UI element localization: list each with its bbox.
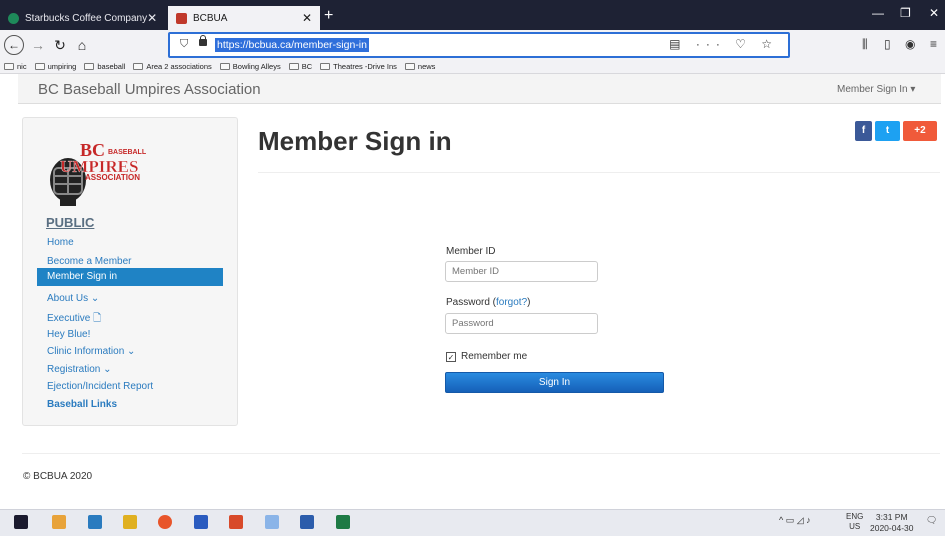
tab-starbucks[interactable]: Starbucks Coffee Company ✕ xyxy=(0,6,165,30)
tab-title: BCBUA xyxy=(193,12,228,24)
member-id-input[interactable] xyxy=(445,261,598,282)
back-icon[interactable]: ← xyxy=(4,35,24,55)
new-tab-icon[interactable]: + xyxy=(324,6,333,26)
starbucks-favicon-icon xyxy=(8,12,19,24)
menu-icon[interactable]: ≡ xyxy=(930,37,937,51)
restore-icon[interactable]: ❐ xyxy=(900,6,911,20)
library-icon[interactable]: ⫼ xyxy=(862,37,868,52)
password-label-row: Password (forgot?) xyxy=(446,297,531,308)
word-icon[interactable] xyxy=(300,515,314,529)
start-icon[interactable] xyxy=(14,515,28,529)
bookmark-folder[interactable]: Bowling Alleys xyxy=(219,62,281,71)
tab-title: Starbucks Coffee Company xyxy=(25,12,148,24)
folder-icon xyxy=(84,63,95,70)
url-bar[interactable]: ⛉ https://bcbua.ca/member-sign-in ▤ ··· … xyxy=(168,32,790,58)
sidebar-heading: PUBLIC xyxy=(46,215,95,230)
sidebar-item-clinic-information[interactable]: Clinic Information ⌄ xyxy=(47,346,135,357)
member-sign-in-dropdown[interactable]: Member Sign In ▾ xyxy=(837,84,915,95)
browser-tab-bar: Starbucks Coffee Company ✕ BCBUA ✕ + — ❐… xyxy=(0,0,945,30)
window-close-icon[interactable]: ✕ xyxy=(929,6,939,20)
bookmark-folder[interactable]: umpiring xyxy=(34,62,76,71)
sidebar-item-become-member[interactable]: Become a Member xyxy=(47,256,131,267)
bcbua-logo: BC BASEBALL UMPIRES ASSOCIATION xyxy=(50,140,147,206)
forgot-password-link[interactable]: forgot? xyxy=(496,297,527,308)
sidebar-item-member-sign-in[interactable]: Member Sign in xyxy=(37,268,223,286)
tray-icons[interactable]: ^ ▭ ◿ ♪ xyxy=(779,515,811,526)
sidebar-item-home[interactable]: Home xyxy=(47,237,74,248)
firefox-icon[interactable] xyxy=(158,515,172,529)
footer-divider xyxy=(22,453,940,454)
clock[interactable]: 3:31 PM 2020-04-30 xyxy=(870,512,913,534)
page-title: Member Sign in xyxy=(258,126,452,156)
sidebar-item-label: Member Sign in xyxy=(47,271,118,282)
svg-text:BASEBALL: BASEBALL xyxy=(108,149,147,156)
folder-icon xyxy=(34,63,45,70)
shield-icon[interactable]: ⛉ xyxy=(180,38,188,51)
excel-icon[interactable] xyxy=(336,515,350,529)
password-input[interactable] xyxy=(445,313,598,334)
svg-text:ASSOCIATION: ASSOCIATION xyxy=(85,173,140,182)
extension-icon[interactable]: ◉ xyxy=(905,37,915,51)
bookmark-folder[interactable]: BC xyxy=(288,62,312,71)
sidebar-item-hey-blue[interactable]: Hey Blue! xyxy=(47,329,90,340)
password-label: Password xyxy=(446,297,490,308)
bookmark-folder[interactable]: Theatres -Drive Ins xyxy=(320,62,397,71)
app-icon[interactable] xyxy=(123,515,137,529)
site-title[interactable]: BC Baseball Umpires Association xyxy=(38,81,261,98)
remember-me-label[interactable]: Remember me xyxy=(461,351,527,362)
home-icon[interactable]: ⌂ xyxy=(72,35,92,55)
lock-icon[interactable] xyxy=(199,35,207,46)
reload-icon[interactable]: ↻ xyxy=(50,35,70,55)
folder-icon xyxy=(404,63,415,70)
app-icon[interactable] xyxy=(229,515,243,529)
forward-icon[interactable]: → xyxy=(28,35,48,55)
more-share-button[interactable]: +2 xyxy=(903,121,937,141)
remember-me-checkbox[interactable]: ✓ xyxy=(446,352,456,362)
bookmark-folder[interactable]: nic xyxy=(4,62,27,71)
folder-icon xyxy=(320,63,331,70)
sidebar-item-executive[interactable]: Executive 🗋 xyxy=(47,311,101,328)
bookmarks-bar: nic umpiring baseball Area 2 association… xyxy=(0,60,945,74)
notifications-icon[interactable]: 🗨 xyxy=(926,515,937,526)
file-explorer-icon[interactable] xyxy=(52,515,66,529)
folder-icon xyxy=(288,63,299,70)
folder-icon xyxy=(133,63,144,70)
member-id-label: Member ID xyxy=(446,246,496,257)
bookmark-folder[interactable]: news xyxy=(404,62,435,71)
sidebar-item-registration[interactable]: Registration ⌄ xyxy=(47,364,112,375)
url-text[interactable]: https://bcbua.ca/member-sign-in xyxy=(215,38,369,52)
twitter-share-button[interactable]: t xyxy=(875,121,900,141)
facebook-share-button[interactable]: f xyxy=(855,121,872,141)
minimize-icon[interactable]: — xyxy=(872,6,884,20)
sidebar-item-ejection-report[interactable]: Ejection/Incident Report xyxy=(47,381,153,392)
bookmark-folder[interactable]: baseball xyxy=(84,62,125,71)
app-icon[interactable] xyxy=(265,515,279,529)
tab-bcbua[interactable]: BCBUA ✕ xyxy=(168,6,320,30)
title-divider xyxy=(258,172,940,173)
mail-icon[interactable] xyxy=(88,515,102,529)
page-actions-icon[interactable]: ▤ ··· ♡ ☆ xyxy=(669,37,778,51)
folder-icon xyxy=(219,63,230,70)
close-icon[interactable]: ✕ xyxy=(147,11,157,25)
sidebar-toggle-icon[interactable]: ▯ xyxy=(884,37,891,51)
app-icon[interactable] xyxy=(194,515,208,529)
footer-copyright: © BCBUA 2020 xyxy=(23,471,93,482)
language-indicator[interactable]: ENG US xyxy=(846,512,863,532)
sidebar-item-about-us[interactable]: About Us ⌄ xyxy=(47,293,99,304)
bcbua-favicon-icon xyxy=(176,12,187,24)
bookmark-folder[interactable]: Area 2 associations xyxy=(133,62,212,71)
sidebar-item-baseball-links[interactable]: Baseball Links xyxy=(47,399,117,410)
close-icon[interactable]: ✕ xyxy=(302,11,312,25)
folder-icon xyxy=(4,63,14,70)
sign-in-button[interactable]: Sign In xyxy=(445,372,664,393)
